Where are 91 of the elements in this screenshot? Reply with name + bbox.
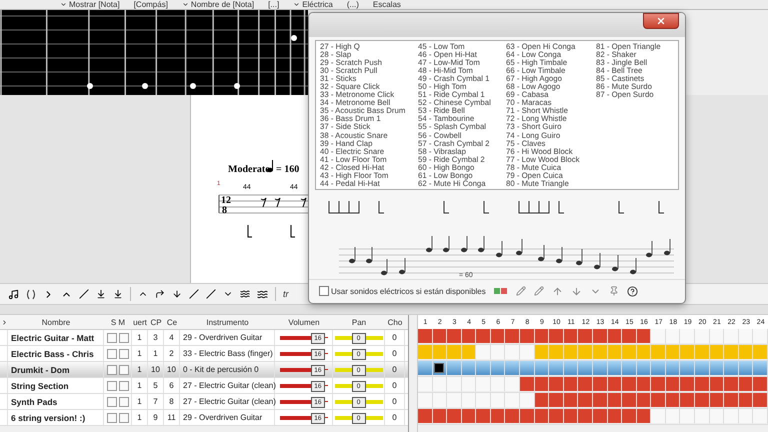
table-cell: 0 (385, 378, 405, 393)
stem-icon (290, 224, 296, 238)
expand-icon[interactable] (0, 318, 8, 326)
column-header: uert (132, 316, 148, 328)
table-cell: 1 (132, 378, 148, 393)
track-name: Synth Pads (8, 394, 104, 409)
toolbar-label[interactable]: [Compás] (134, 0, 168, 9)
time-signature-top: 12 (221, 195, 231, 206)
time-signature-bottom: 8 (222, 205, 227, 216)
toolbar-label[interactable]: Escalas (372, 0, 401, 9)
arrow-down-icon[interactable] (570, 286, 582, 297)
table-cell: 1 (132, 394, 148, 409)
close-button[interactable] (643, 13, 679, 29)
table-cell: 0 (385, 330, 405, 345)
track-name: Electric Bass - Chris (8, 346, 104, 361)
trill-button[interactable]: tr (283, 289, 288, 299)
bend-icon[interactable] (155, 289, 165, 299)
column-header: Nombre (40, 316, 72, 328)
instrument-name: 27 - Electric Guitar (clean) (180, 378, 275, 393)
toolbar-label[interactable]: Nombre de [Nota] (182, 0, 254, 9)
table-cell: 0 (385, 394, 405, 409)
table-cell: 8 (164, 394, 180, 409)
solo-checkbox[interactable] (106, 348, 116, 358)
solo-checkbox[interactable] (106, 364, 116, 374)
table-cell: 1 (132, 330, 148, 345)
mute-checkbox[interactable] (118, 348, 128, 358)
column-header: CP (149, 316, 163, 328)
electric-sounds-checkbox[interactable]: Usar sonidos eléctricos si están disponibles (319, 286, 486, 296)
instrument-name: 27 - Electric Guitar (clean) (180, 394, 275, 409)
arrow-up-icon[interactable] (552, 286, 563, 297)
pencil-icon[interactable] (516, 286, 526, 296)
track-name: Electric Guitar - Matt (8, 330, 104, 345)
toolbar-label[interactable]: [...] (268, 0, 280, 9)
table-cell: 1 (148, 346, 164, 361)
track-name: 6 string version! :) (8, 410, 104, 425)
toolbar-label[interactable]: (...) (346, 0, 359, 9)
close-icon (656, 16, 666, 26)
table-cell: 10 (164, 362, 180, 377)
solo-checkbox[interactable] (106, 396, 116, 406)
table-cell: 0 (385, 346, 405, 361)
table-cell: 0 (385, 410, 405, 425)
toolbar-label[interactable]: Mostrar [Nota] (60, 0, 120, 9)
solo-checkbox[interactable] (106, 412, 116, 422)
parentheses-icon[interactable] (26, 288, 36, 300)
instrument-name: 29 - Overdriven Guitar (180, 410, 275, 425)
instrument-name: 33 - Electric Bass (finger) (180, 346, 275, 361)
toolbar-label[interactable]: Eléctrica (293, 0, 333, 9)
pencil-icon[interactable] (534, 286, 544, 296)
measure-block[interactable] (432, 361, 448, 376)
mute-checkbox[interactable] (118, 380, 128, 390)
table-cell: 11 (164, 410, 180, 425)
table-cell: 3 (148, 330, 164, 345)
solo-checkbox[interactable] (106, 332, 116, 342)
table-cell: 7 (148, 394, 164, 409)
tempo-label: Moderate (228, 164, 270, 175)
table-cell: 1 (132, 410, 148, 425)
mute-checkbox[interactable] (118, 412, 128, 422)
pin-icon[interactable] (608, 286, 619, 296)
column-header: Instrumento (205, 316, 250, 328)
table-cell: 4 (164, 330, 180, 345)
instrument-name: 0 - Kit de percusión 0 (180, 362, 275, 377)
column-header: Cho (386, 316, 404, 328)
instrument-name: 29 - Overdriven Guitar (180, 330, 275, 345)
note-icon[interactable] (8, 288, 19, 300)
table-cell: 1 (132, 362, 148, 377)
vibrato-icon[interactable] (240, 289, 250, 299)
table-cell: 9 (148, 410, 164, 425)
table-cell: 2 (164, 346, 180, 361)
vibrato-icon[interactable] (257, 288, 268, 300)
table-cell: 10 (148, 362, 164, 377)
column-header: Volumen (287, 316, 321, 328)
solo-checkbox[interactable] (106, 380, 116, 390)
rest-icon (300, 198, 306, 208)
table-cell: 6 (164, 378, 180, 393)
toggle-icon[interactable] (494, 287, 508, 296)
track-name: String Section (8, 378, 104, 393)
mute-checkbox[interactable] (118, 332, 128, 342)
column-header: S M (110, 316, 126, 328)
quarter-note-icon (267, 160, 273, 172)
cursor-marker (434, 363, 444, 373)
track-name: Drumkit - Dom (8, 362, 104, 377)
column-header: Pan (350, 316, 368, 328)
mute-checkbox[interactable] (118, 396, 128, 406)
column-header: Ce (166, 316, 178, 328)
tempo-value: = 160 (276, 164, 300, 175)
mute-checkbox[interactable] (118, 364, 128, 374)
table-cell: 0 (385, 362, 405, 377)
help-icon[interactable] (626, 286, 638, 297)
stem-icon (248, 224, 252, 238)
table-cell: 1 (132, 346, 148, 361)
table-cell: 5 (148, 378, 164, 393)
